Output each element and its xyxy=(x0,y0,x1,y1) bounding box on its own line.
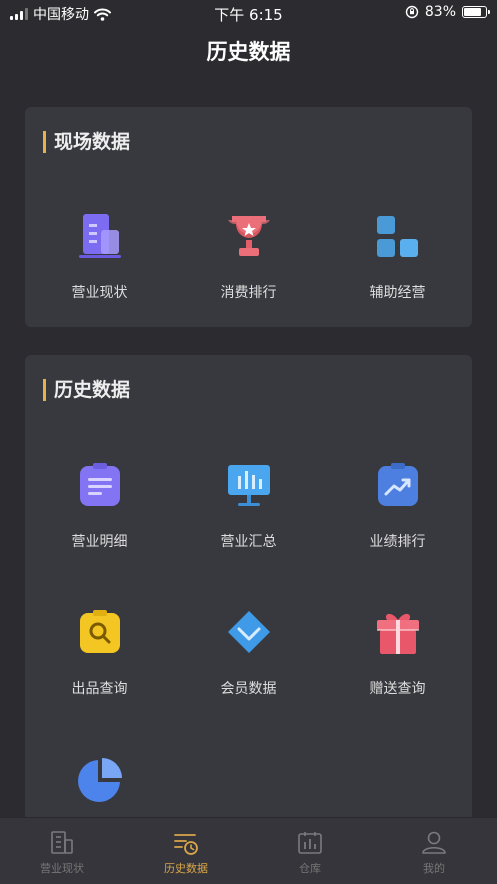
orientation-lock-icon xyxy=(405,5,419,19)
tab-business-status[interactable]: 营业现状 xyxy=(0,818,124,876)
tile-label: 营业现状 xyxy=(71,285,128,301)
tile-label: 营业汇总 xyxy=(220,534,277,550)
section-title-current: 现场数据 xyxy=(43,131,130,153)
history-list-icon xyxy=(173,830,199,856)
tab-label: 历史数据 xyxy=(164,862,208,875)
history-data-card: 历史数据 营业明细 营业汇总 业绩排行 出品查询 会员数据 赠送查询 xyxy=(25,355,472,825)
pie-chart-icon xyxy=(75,755,125,805)
tab-mine[interactable]: 我的 xyxy=(372,818,496,876)
building-icon xyxy=(75,212,125,262)
tab-label: 我的 xyxy=(423,862,445,875)
tile-label: 会员数据 xyxy=(220,681,277,697)
tile-consumption-ranking[interactable]: 消费排行 xyxy=(174,212,323,302)
battery-percent: 83% xyxy=(424,4,456,20)
tile-gift-query[interactable]: 赠送查询 xyxy=(323,608,472,698)
user-icon xyxy=(421,830,447,856)
tile-performance-ranking[interactable]: 业绩排行 xyxy=(323,461,472,551)
tile-business-status[interactable]: 营业现状 xyxy=(25,212,174,302)
tile-business-summary[interactable]: 营业汇总 xyxy=(174,461,323,551)
tile-member-data[interactable]: 会员数据 xyxy=(174,608,323,698)
trophy-icon xyxy=(224,212,274,262)
diamond-icon xyxy=(224,608,274,658)
tile-data-analysis[interactable] xyxy=(25,755,174,825)
status-bar: 中国移动 下午 6:15 83% xyxy=(0,0,497,26)
clipboard-list-icon xyxy=(75,461,125,511)
tab-warehouse[interactable]: 仓库 xyxy=(248,818,372,876)
blocks-icon xyxy=(373,212,423,262)
battery-icon xyxy=(462,6,490,18)
warehouse-chart-icon xyxy=(297,830,323,856)
tile-label: 辅助经营 xyxy=(369,285,426,301)
building-icon xyxy=(49,830,75,856)
tile-label: 赠送查询 xyxy=(369,681,426,697)
tile-label: 消费排行 xyxy=(220,285,277,301)
tab-label: 营业现状 xyxy=(40,862,84,875)
tile-label: 业绩排行 xyxy=(369,534,426,550)
current-data-card: 现场数据 营业现状 消费排行 辅助经营 xyxy=(25,107,472,327)
tile-label: 营业明细 xyxy=(71,534,128,550)
tab-bar: 营业现状 历史数据 仓库 我的 xyxy=(0,817,497,884)
tile-label: 出品查询 xyxy=(71,681,128,697)
page-title: 历史数据 xyxy=(206,40,291,64)
tab-label: 仓库 xyxy=(299,862,321,875)
clipboard-search-icon xyxy=(75,608,125,658)
tab-history-data[interactable]: 历史数据 xyxy=(124,818,248,876)
tile-business-details[interactable]: 营业明细 xyxy=(25,461,174,551)
clipboard-trend-icon xyxy=(373,461,423,511)
tile-assisted-operations[interactable]: 辅助经营 xyxy=(323,212,472,302)
section-title-history: 历史数据 xyxy=(43,379,130,401)
board-chart-icon xyxy=(224,461,274,511)
status-right: 83% xyxy=(405,4,490,20)
tile-product-query[interactable]: 出品查询 xyxy=(25,608,174,698)
gift-icon xyxy=(373,608,423,658)
